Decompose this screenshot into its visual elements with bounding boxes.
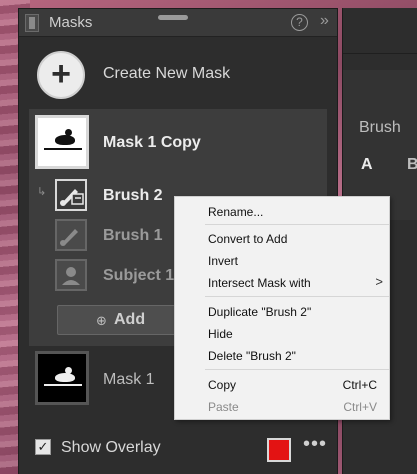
show-overlay-label: Show Overlay: [61, 439, 161, 456]
drag-handle[interactable]: [158, 15, 188, 20]
component-label: Brush 2: [103, 187, 163, 204]
mask-thumbnail[interactable]: [35, 115, 89, 169]
brush-icon: [55, 219, 87, 251]
menu-item-duplicate[interactable]: Duplicate "Brush 2": [175, 301, 389, 323]
add-icon: ⊕: [96, 313, 107, 328]
mask-name[interactable]: Mask 1: [103, 371, 155, 389]
mask-name: Mask 1 Copy: [103, 134, 201, 151]
brush-b-tab[interactable]: B: [407, 156, 417, 174]
panel-footer: ✓ Show Overlay •••: [19, 421, 337, 474]
collapse-icon[interactable]: »: [320, 12, 329, 30]
more-options-icon[interactable]: •••: [303, 433, 327, 456]
panel-title: Masks: [49, 14, 93, 31]
menu-item-rename[interactable]: Rename...: [175, 201, 389, 223]
menu-item-invert[interactable]: Invert: [175, 250, 389, 272]
panel-header: Masks ? »: [19, 9, 337, 37]
subitem-arrow-icon: ↳: [37, 186, 47, 198]
create-new-mask-button[interactable]: + Create New Mask: [19, 41, 337, 109]
brush-icon: [55, 179, 87, 211]
bird-silhouette: [55, 129, 75, 145]
plus-icon[interactable]: +: [37, 51, 85, 99]
menu-item-intersect-mask-with[interactable]: Intersect Mask with >: [175, 272, 389, 294]
help-icon[interactable]: ?: [291, 14, 308, 31]
submenu-arrow-icon: >: [375, 274, 383, 289]
component-label: Subject 1: [103, 267, 175, 284]
menu-item-hide[interactable]: Hide: [175, 323, 389, 345]
add-label: Add: [114, 311, 146, 328]
panel-toggle-icon[interactable]: [25, 14, 39, 32]
context-menu: Rename... Convert to Add Invert Intersec…: [174, 196, 390, 420]
menu-item-paste[interactable]: Paste Ctrl+V: [175, 396, 389, 418]
brush-a-tab[interactable]: A: [361, 156, 373, 174]
show-overlay-checkbox[interactable]: ✓: [35, 439, 51, 455]
brush-label: Brush: [359, 119, 401, 136]
bird-silhouette: [55, 367, 75, 382]
menu-item-convert-to-add[interactable]: Convert to Add: [175, 228, 389, 250]
create-new-mask-label: Create New Mask: [103, 65, 231, 82]
subject-icon: [55, 259, 87, 291]
mask-thumbnail[interactable]: [35, 351, 89, 405]
menu-item-copy[interactable]: Copy Ctrl+C: [175, 374, 389, 396]
component-label: Brush 1: [103, 227, 163, 244]
menu-item-delete[interactable]: Delete "Brush 2": [175, 345, 389, 367]
overlay-color-swatch[interactable]: [267, 438, 291, 462]
